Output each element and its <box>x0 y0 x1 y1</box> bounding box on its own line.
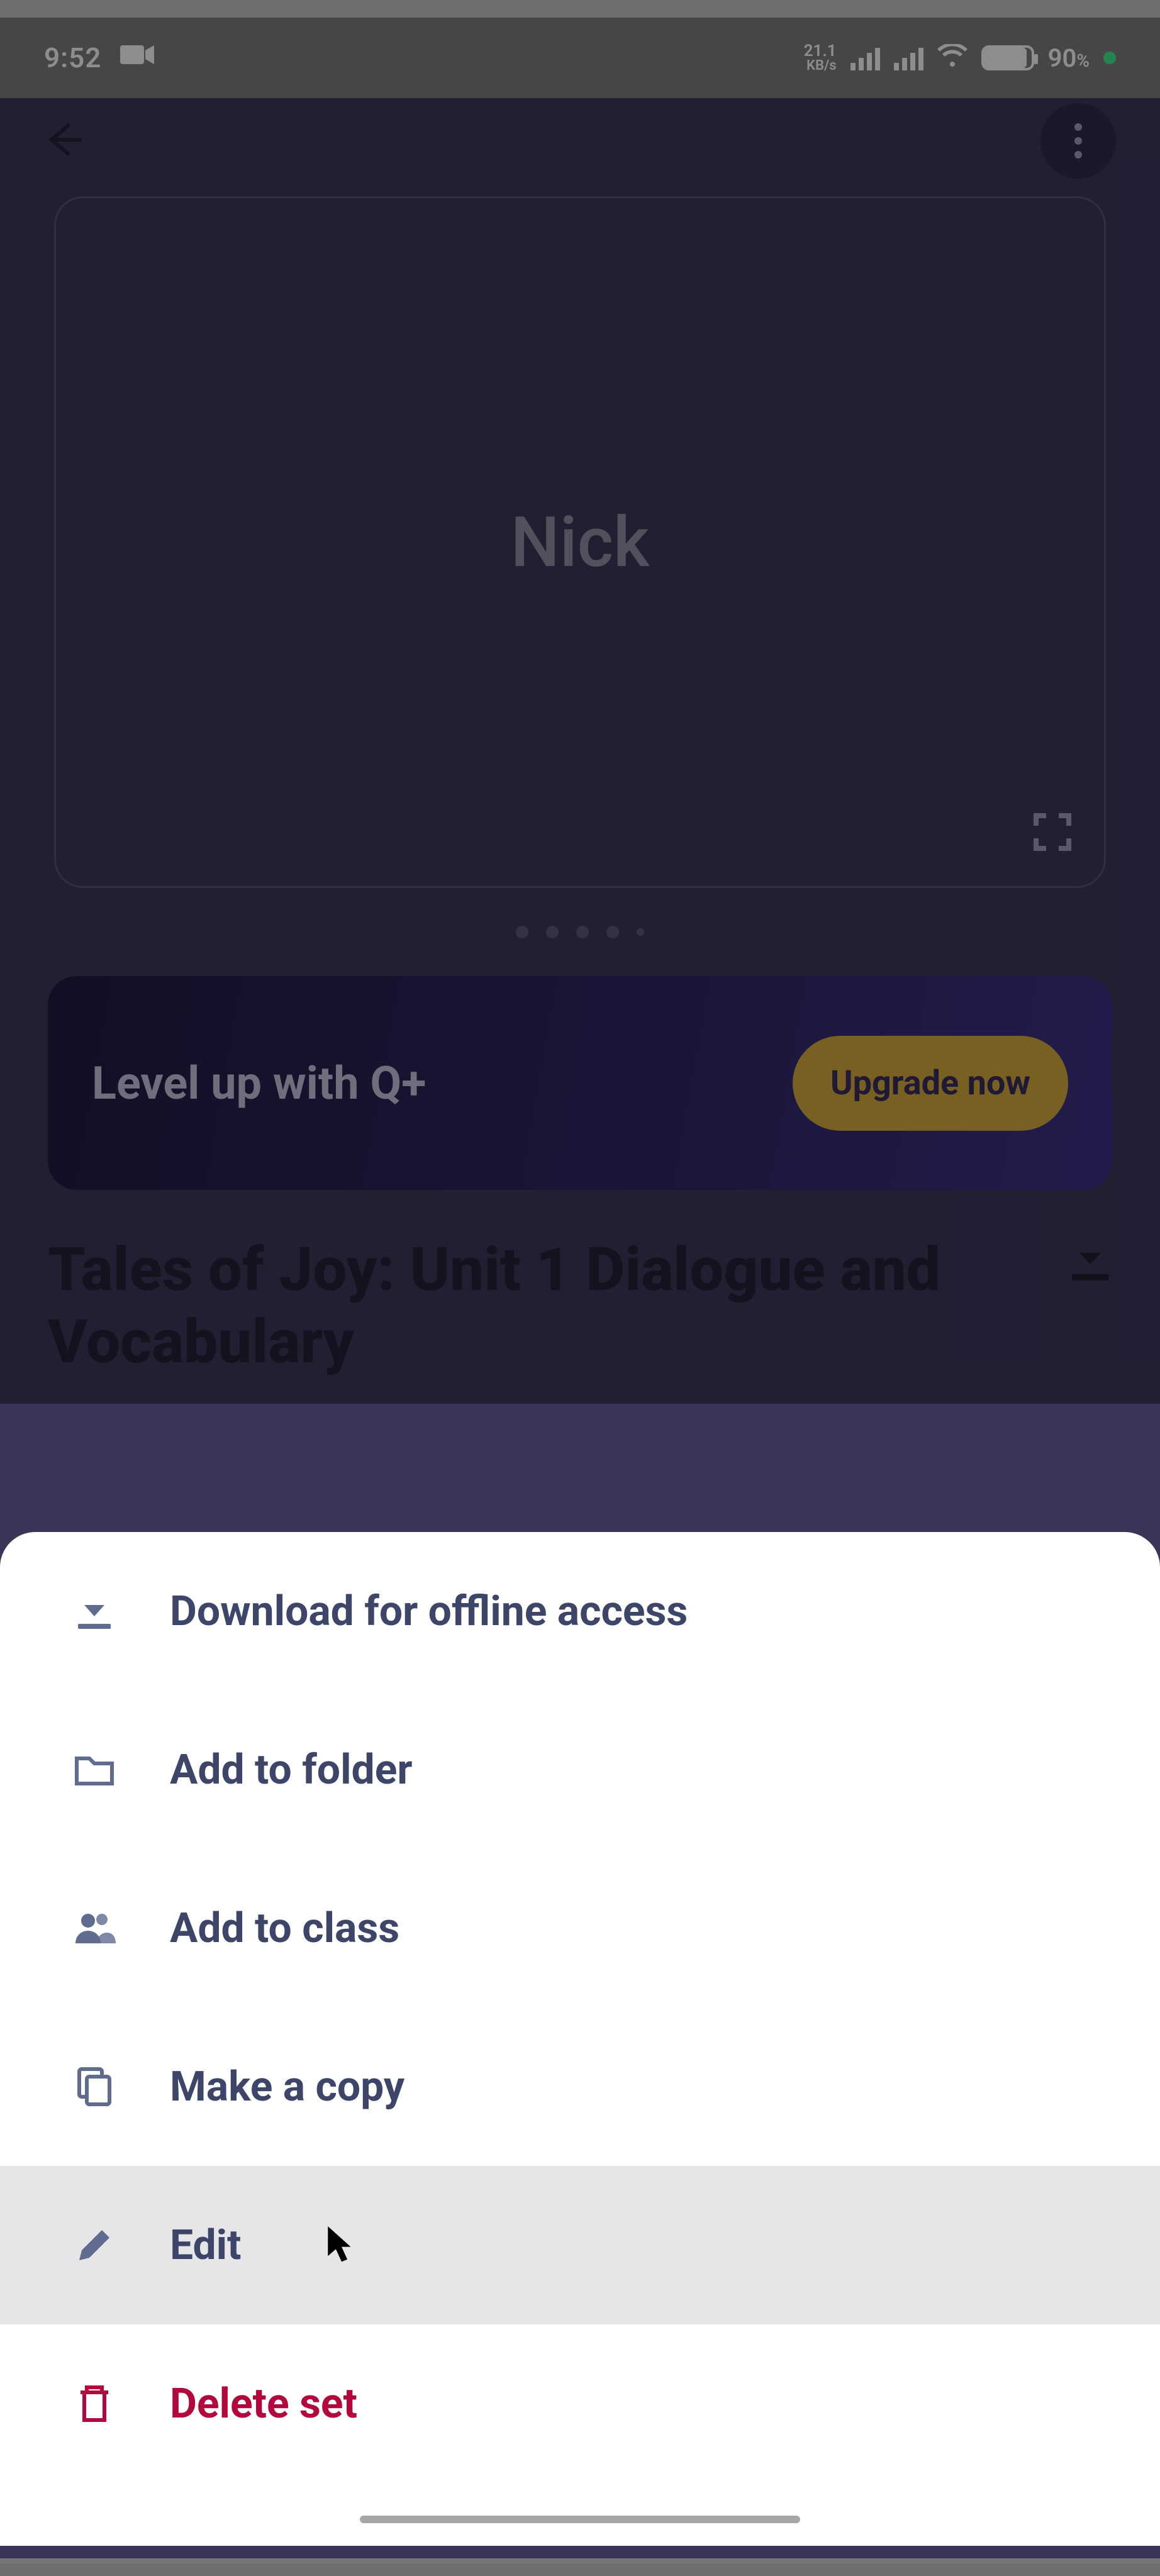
menu-label: Delete set <box>170 2380 357 2428</box>
trash-icon <box>69 2379 120 2429</box>
folder-icon <box>69 1745 120 1795</box>
menu-add-to-folder[interactable]: Add to folder <box>0 1690 1160 1849</box>
home-gesture-bar[interactable] <box>360 2516 800 2523</box>
menu-label: Edit <box>170 2221 241 2270</box>
menu-label: Add to class <box>170 1904 399 1953</box>
modal-scrim[interactable] <box>0 18 1160 1404</box>
menu-delete-set[interactable]: Delete set <box>0 2324 1160 2483</box>
menu-label: Download for offline access <box>170 1587 688 1636</box>
menu-label: Add to folder <box>170 1746 413 1794</box>
menu-add-to-class[interactable]: Add to class <box>0 1849 1160 2007</box>
copy-icon <box>69 2062 120 2112</box>
menu-make-copy[interactable]: Make a copy <box>0 2007 1160 2166</box>
app-screen: 9:52 21.1 KB/s 90% <box>0 18 1160 2558</box>
menu-label: Make a copy <box>170 2063 404 2111</box>
menu-edit[interactable]: Edit <box>0 2166 1160 2324</box>
mouse-cursor-icon <box>327 2226 356 2263</box>
pencil-icon <box>69 2220 120 2270</box>
options-bottom-sheet: Download for offline access Add to folde… <box>0 1532 1160 2546</box>
dimmed-app-content: 9:52 21.1 KB/s 90% <box>0 18 1160 1404</box>
download-icon <box>69 1586 120 1636</box>
menu-download-offline[interactable]: Download for offline access <box>0 1532 1160 1690</box>
people-icon <box>69 1903 120 1953</box>
